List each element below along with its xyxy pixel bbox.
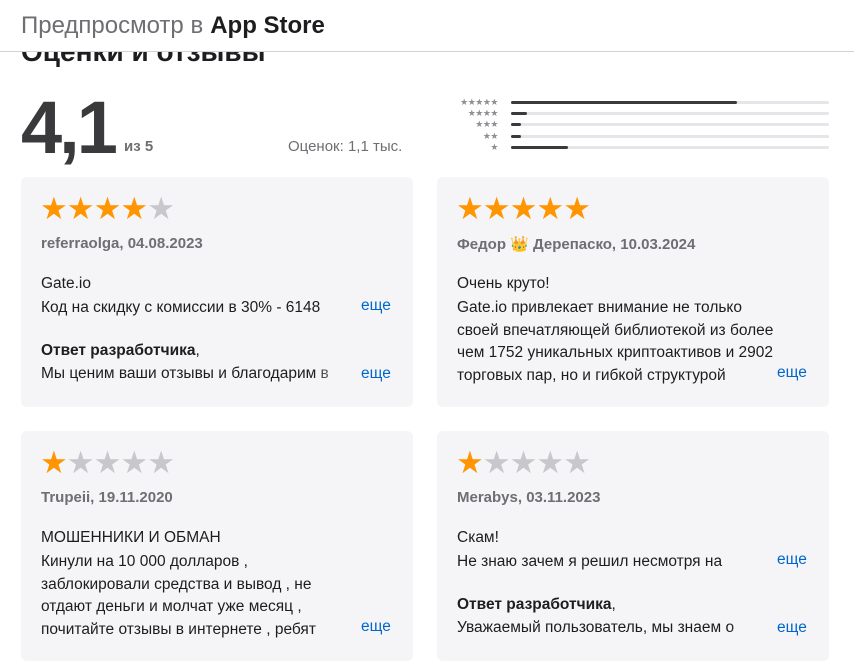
star-filled-icon: ★ bbox=[40, 191, 68, 226]
review-card: ★★★★★ Merabys, 03.11.2023 Скам! Не знаю … bbox=[437, 431, 829, 661]
star-empty-icon: ★ bbox=[482, 445, 511, 480]
average-rating: 4,1 bbox=[21, 86, 118, 169]
star-rating: ★★★★★ bbox=[40, 445, 175, 481]
histogram-track bbox=[511, 134, 829, 138]
histogram-fill bbox=[511, 100, 737, 104]
rating-count: Оценок: 1,1 тыс. bbox=[288, 138, 403, 155]
review-line: Кинули на 10 000 долларов , bbox=[41, 553, 248, 570]
histogram-track bbox=[511, 100, 829, 104]
histogram-row-3: ★★★ bbox=[430, 119, 830, 130]
developer-response-label: Ответ разработчика bbox=[41, 342, 196, 359]
review-title: Gate.io bbox=[41, 275, 91, 292]
more-link[interactable]: еще bbox=[755, 551, 807, 569]
star-icons: ★ bbox=[490, 141, 498, 152]
review-title: Скам! bbox=[457, 529, 499, 546]
developer-more-link[interactable]: еще bbox=[339, 365, 391, 383]
star-empty-icon: ★ bbox=[147, 191, 175, 226]
star-filled-icon: ★ bbox=[563, 191, 591, 226]
app-store-brand[interactable]: App Store bbox=[210, 12, 325, 40]
developer-response-comma: , bbox=[195, 342, 200, 359]
histogram-track bbox=[511, 111, 829, 115]
histogram-row-5: ★★★★★ bbox=[430, 96, 830, 107]
review-card: ★★★★★ Trupeii, 19.11.2020 МОШЕННИКИ И ОБ… bbox=[21, 431, 413, 661]
review-card: ★★★★★ referraolga, 04.08.2023 Gate.io Ко… bbox=[21, 177, 413, 407]
review-meta: Федор 👑 Дерепаско, 10.03.2024 bbox=[457, 236, 696, 253]
star-empty-icon: ★ bbox=[120, 445, 148, 480]
more-link[interactable]: еще bbox=[755, 364, 807, 382]
review-line: Код на скидку с комиссии в 30% - 6148 bbox=[41, 299, 321, 316]
star-filled-icon: ★ bbox=[482, 191, 511, 226]
review-line: почитайте отзывы в интернете , ребят bbox=[41, 620, 316, 638]
star-empty-icon: ★ bbox=[93, 445, 122, 480]
review-title: МОШЕННИКИ И ОБМАН bbox=[41, 529, 221, 546]
star-icons: ★★ bbox=[482, 130, 499, 141]
histogram-fill bbox=[511, 145, 569, 149]
review-line: чем 1752 уникальных криптоактивов и 2902 bbox=[457, 344, 774, 361]
star-filled-icon: ★ bbox=[93, 191, 122, 226]
star-empty-icon: ★ bbox=[563, 445, 591, 480]
developer-more-link[interactable]: еще bbox=[755, 619, 807, 637]
developer-response-heading: Ответ разработчика, bbox=[41, 342, 200, 360]
star-empty-icon: ★ bbox=[147, 445, 175, 480]
developer-response-body: Мы ценим ваши отзывы и благодарим в bbox=[41, 365, 329, 382]
review-line: отдают деньги и молчат уже месяц , bbox=[41, 598, 302, 615]
histogram-row-4: ★★★★ bbox=[430, 107, 830, 118]
star-rating: ★★★★★ bbox=[456, 191, 591, 227]
histogram-track bbox=[511, 145, 829, 149]
review-card: ★★★★★ Федор 👑 Дерепаско, 10.03.2024 Очен… bbox=[437, 177, 829, 407]
star-icons: ★★★ bbox=[475, 119, 498, 130]
star-filled-icon: ★ bbox=[66, 191, 95, 226]
more-link[interactable]: еще bbox=[339, 618, 391, 636]
rating-out-of: из 5 bbox=[124, 138, 154, 155]
more-link[interactable]: еще bbox=[339, 297, 391, 315]
star-filled-icon: ★ bbox=[456, 191, 484, 226]
review-meta: referraolga, 04.08.2023 bbox=[41, 235, 203, 252]
star-filled-icon: ★ bbox=[456, 445, 484, 480]
star-empty-icon: ★ bbox=[536, 445, 564, 480]
review-line: заблокировали средства и вывод , не bbox=[41, 575, 312, 593]
star-icons: ★★★★★ bbox=[460, 96, 498, 107]
star-filled-icon: ★ bbox=[120, 191, 148, 226]
star-filled-icon: ★ bbox=[536, 191, 564, 226]
star-filled-icon: ★ bbox=[509, 191, 538, 226]
histogram-fill bbox=[511, 123, 521, 127]
review-title: Очень круто! bbox=[457, 275, 550, 292]
top-bar: Предпросмотр в App Store bbox=[0, 0, 854, 52]
review-line: Не знаю зачем я решил несмотря на bbox=[457, 553, 723, 570]
header-prefix: Предпросмотр в bbox=[21, 11, 204, 39]
rating-histogram: ★★★★★ ★★★★ ★★★ ★★ ★ bbox=[430, 96, 830, 152]
review-line: своей впечатляющей библиотекой из более bbox=[457, 321, 774, 339]
star-rating: ★★★★★ bbox=[456, 445, 591, 481]
review-body: Не знаю зачем я решил несмотря на bbox=[457, 551, 777, 574]
star-filled-icon: ★ bbox=[40, 445, 68, 480]
histogram-row-1: ★ bbox=[430, 141, 830, 152]
review-meta: Trupeii, 19.11.2020 bbox=[41, 489, 173, 506]
histogram-track bbox=[511, 123, 829, 127]
developer-response-label: Ответ разработчика bbox=[457, 596, 612, 613]
developer-response-comma: , bbox=[611, 596, 616, 613]
developer-response-body: Уважаемый пользователь, мы знаем о bbox=[457, 619, 735, 636]
histogram-fill bbox=[511, 134, 521, 138]
review-body: Код на скидку с комиссии в 30% - 6148 bbox=[41, 297, 381, 320]
review-line: Gate.io привлекает внимание не только bbox=[457, 299, 743, 316]
review-meta: Merabys, 03.11.2023 bbox=[457, 489, 601, 506]
star-icons: ★★★★ bbox=[467, 107, 499, 118]
histogram-fill bbox=[511, 111, 527, 115]
histogram-row-2: ★★ bbox=[430, 130, 830, 141]
star-rating: ★★★★★ bbox=[40, 191, 175, 227]
star-empty-icon: ★ bbox=[509, 445, 538, 480]
star-empty-icon: ★ bbox=[66, 445, 95, 480]
developer-response-heading: Ответ разработчика, bbox=[457, 596, 616, 614]
